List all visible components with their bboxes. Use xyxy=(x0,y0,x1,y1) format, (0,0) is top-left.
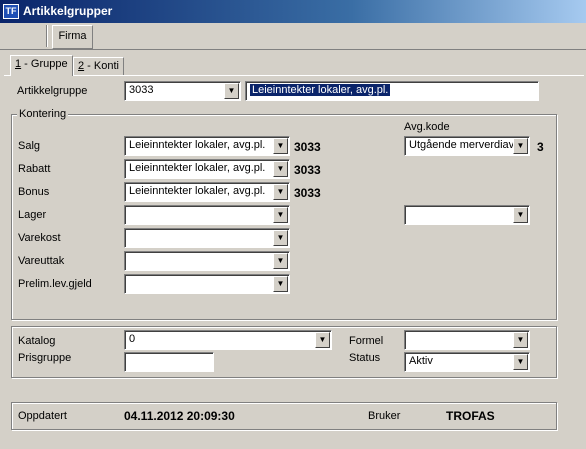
status-combo[interactable]: Aktiv ▼ xyxy=(404,352,530,372)
katalog-value: 0 xyxy=(129,333,136,345)
rabatt-combo[interactable]: Leieinntekter lokaler, avg.pl. ▼ xyxy=(124,159,290,179)
salg-combo[interactable]: Leieinntekter lokaler, avg.pl. ▼ xyxy=(124,136,290,156)
rabatt-code: 3033 xyxy=(294,163,321,177)
chevron-down-icon[interactable]: ▼ xyxy=(273,161,288,177)
chevron-down-icon[interactable]: ▼ xyxy=(273,276,288,292)
status-value: Aktiv xyxy=(409,355,433,367)
chevron-down-icon[interactable]: ▼ xyxy=(513,138,528,154)
bruker-label: Bruker xyxy=(368,410,401,422)
bonus-combo[interactable]: Leieinntekter lokaler, avg.pl. ▼ xyxy=(124,182,290,202)
formel-combo[interactable]: ▼ xyxy=(404,330,530,350)
formel-label: Formel xyxy=(349,335,384,347)
chevron-down-icon[interactable]: ▼ xyxy=(273,230,288,246)
artikkelgruppe-description-field[interactable]: Leieinntekter lokaler, avg.pl. xyxy=(245,81,539,101)
salg-label: Salg xyxy=(18,140,41,152)
firma-button[interactable]: Firma xyxy=(52,25,93,49)
chevron-down-icon[interactable]: ▼ xyxy=(273,138,288,154)
chevron-down-icon[interactable]: ▼ xyxy=(315,332,330,348)
tab-gruppe-label: - Gruppe xyxy=(21,58,68,70)
salg-code: 3033 xyxy=(294,140,321,154)
lager-combo[interactable]: ▼ xyxy=(124,205,290,225)
status-label: Status xyxy=(349,352,381,364)
tab-konti-label: - Konti xyxy=(84,60,119,72)
artikkelgruppe-code: 3033 xyxy=(129,84,154,96)
toolbar-separator xyxy=(46,25,48,47)
chevron-down-icon[interactable]: ▼ xyxy=(273,184,288,200)
vareuttak-label: Vareuttak xyxy=(18,255,65,267)
artikkelgruppe-combo[interactable]: 3033 ▼ xyxy=(124,81,241,101)
chevron-down-icon[interactable]: ▼ xyxy=(513,354,528,370)
artikkelgruppe-label: Artikkelgruppe xyxy=(17,85,88,97)
tab-konti[interactable]: 2 - Konti xyxy=(73,57,124,75)
katalog-label: Katalog xyxy=(18,335,56,347)
window-title: Artikkelgrupper xyxy=(23,4,113,18)
rabatt-label: Rabatt xyxy=(18,163,51,175)
salg-value: Leieinntekter lokaler, avg.pl. xyxy=(129,139,266,151)
chevron-down-icon[interactable]: ▼ xyxy=(513,332,528,348)
artikkelgruppe-description: Leieinntekter lokaler, avg.pl. xyxy=(250,84,391,96)
varekost-combo[interactable]: ▼ xyxy=(124,228,290,248)
oppdatert-label: Oppdatert xyxy=(18,410,67,422)
avg-kode-salg-combo[interactable]: Utgående merverdiav ▼ xyxy=(404,136,530,156)
bonus-value: Leieinntekter lokaler, avg.pl. xyxy=(129,185,266,197)
chevron-down-icon[interactable]: ▼ xyxy=(273,253,288,269)
avg-kode-salg-value: Utgående merverdiav xyxy=(409,139,515,151)
bonus-code: 3033 xyxy=(294,186,321,200)
lager-label: Lager xyxy=(18,209,47,221)
bruker-value: TROFAS xyxy=(446,409,495,423)
chevron-down-icon[interactable]: ▼ xyxy=(513,207,528,223)
oppdatert-value: 04.11.2012 20:09:30 xyxy=(124,409,235,423)
rabatt-value: Leieinntekter lokaler, avg.pl. xyxy=(129,162,266,174)
tab-gruppe[interactable]: 1 - Gruppe xyxy=(10,55,73,76)
vareuttak-combo[interactable]: ▼ xyxy=(124,251,290,271)
tab-panel-border xyxy=(4,75,584,76)
avg-kode-lager-combo[interactable]: ▼ xyxy=(404,205,530,225)
app-icon: TF xyxy=(3,4,19,19)
prisgruppe-label: Prisgruppe xyxy=(18,352,72,364)
bonus-label: Bonus xyxy=(18,186,50,198)
varekost-label: Varekost xyxy=(18,232,61,244)
katalog-combo[interactable]: 0 ▼ xyxy=(124,330,332,350)
chevron-down-icon[interactable]: ▼ xyxy=(273,207,288,223)
avg-kode-salg-code: 3 xyxy=(537,140,544,154)
prelim-lev-gjeld-label: Prelim.lev.gjeld xyxy=(18,278,92,290)
avg-kode-label: Avg.kode xyxy=(404,121,450,133)
chevron-down-icon[interactable]: ▼ xyxy=(224,83,239,99)
prisgruppe-field[interactable] xyxy=(124,352,214,372)
kontering-legend: Kontering xyxy=(17,108,69,120)
prelim-lev-gjeld-combo[interactable]: ▼ xyxy=(124,274,290,294)
